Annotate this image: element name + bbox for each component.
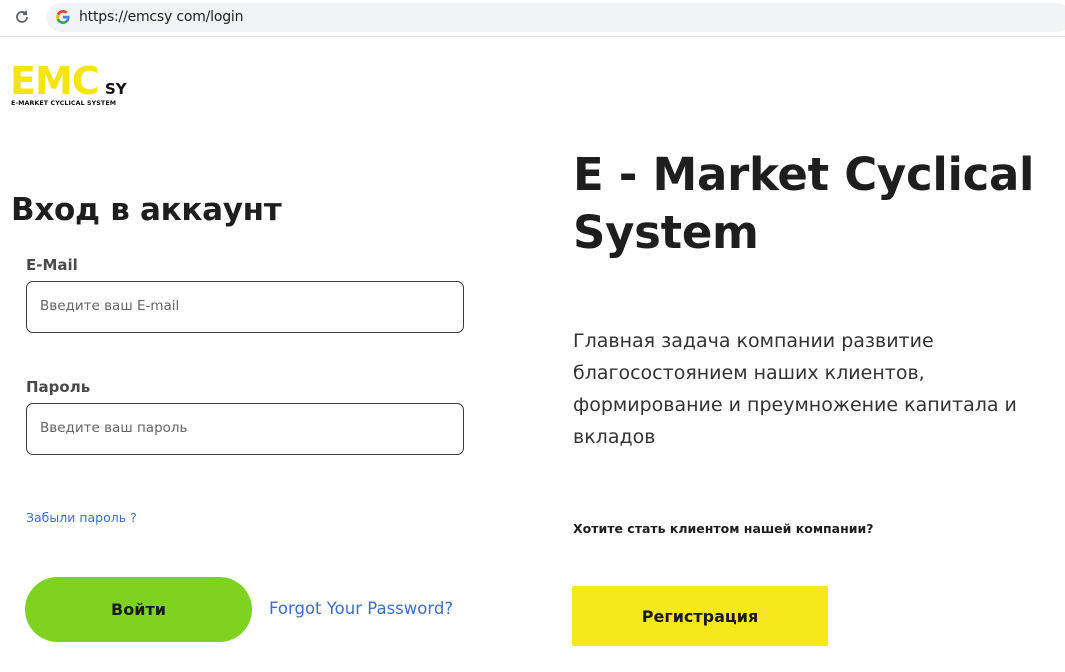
email-field-box xyxy=(26,281,464,333)
cta-question: Хотите стать клиентом нашей компании? xyxy=(573,521,874,536)
google-icon xyxy=(55,9,71,25)
address-bar[interactable]: https://emcsy com/login xyxy=(46,3,1065,32)
email-label: E-Mail xyxy=(26,256,78,274)
forgot-password-link[interactable]: Forgot Your Password? xyxy=(269,599,453,618)
url-text: https://emcsy com/login xyxy=(79,9,244,25)
password-label: Пароль xyxy=(26,378,91,396)
company-logo[interactable]: EMC SY E-MARKET CYCLICAL SYSTEM xyxy=(10,62,140,112)
forgot-password-link-ru[interactable]: Забыли пароль ? xyxy=(26,510,137,525)
logo-subtitle: E-MARKET CYCLICAL SYSTEM xyxy=(11,100,117,107)
browser-toolbar: https://emcsy com/login xyxy=(0,0,1065,37)
logo-suffix-text: SY xyxy=(105,80,127,98)
hero-title: E - Market Cyclical System xyxy=(573,148,1035,259)
register-button[interactable]: Регистрация xyxy=(572,586,828,646)
email-field[interactable] xyxy=(40,298,440,314)
password-field[interactable] xyxy=(40,420,440,436)
password-field-box xyxy=(26,403,464,455)
reload-icon[interactable] xyxy=(11,6,33,28)
login-button[interactable]: Войти xyxy=(25,577,252,642)
hero-description: Главная задача компании развитие благосо… xyxy=(573,330,1017,448)
login-title: Вход в аккаунт xyxy=(11,192,282,228)
logo-main-text: EMC xyxy=(10,59,100,103)
